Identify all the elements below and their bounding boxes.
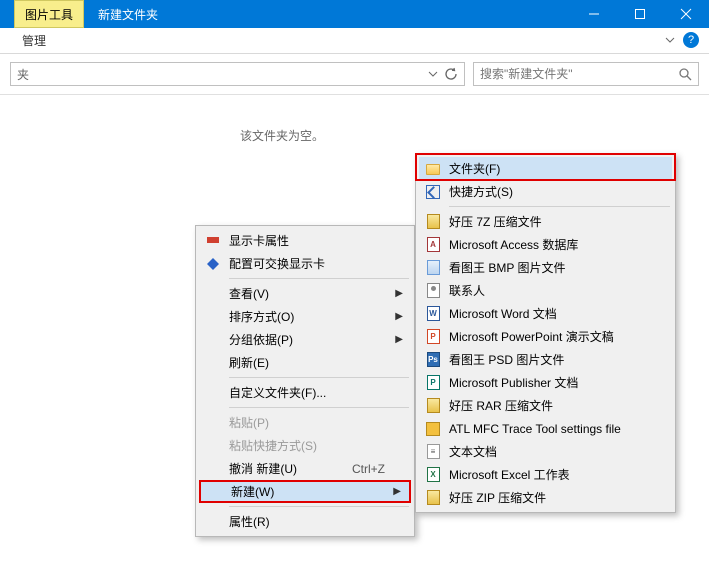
psd-icon: Ps	[425, 352, 441, 368]
menu-new[interactable]: 新建(W)▶	[199, 480, 411, 503]
new-word[interactable]: WMicrosoft Word 文档	[419, 302, 672, 325]
search-box[interactable]	[473, 62, 699, 86]
new-folder[interactable]: 文件夹(F)	[419, 157, 672, 180]
menu-display-props[interactable]: 显示卡属性	[199, 229, 411, 252]
new-contact[interactable]: 联系人	[419, 279, 672, 302]
archive-icon	[425, 490, 441, 506]
separator	[229, 506, 409, 507]
menu-view[interactable]: 查看(V)▶	[199, 282, 411, 305]
menu-refresh[interactable]: 刷新(E)	[199, 351, 411, 374]
publisher-icon: P	[425, 375, 441, 391]
display-props-icon	[205, 233, 221, 249]
menu-group[interactable]: 分组依据(P)▶	[199, 328, 411, 351]
menu-properties[interactable]: 属性(R)	[199, 510, 411, 533]
address-search-row: 夹	[0, 54, 709, 95]
new-shortcut[interactable]: 快捷方式(S)	[419, 180, 672, 203]
powerpoint-icon: P	[425, 329, 441, 345]
new-bmp[interactable]: 看图王 BMP 图片文件	[419, 256, 672, 279]
submenu-arrow-icon: ▶	[395, 311, 403, 322]
separator	[229, 377, 409, 378]
search-icon[interactable]	[678, 67, 692, 81]
new-submenu: 文件夹(F) 快捷方式(S) 好压 7Z 压缩文件 AMicrosoft Acc…	[415, 153, 676, 513]
ribbon-tab-manage[interactable]: 管理	[14, 28, 54, 53]
switchable-gfx-icon	[205, 256, 221, 272]
ribbon-tab-image-tools[interactable]: 图片工具	[14, 0, 84, 28]
new-publisher[interactable]: PMicrosoft Publisher 文档	[419, 371, 672, 394]
maximize-button[interactable]	[617, 0, 663, 28]
minimize-button[interactable]	[571, 0, 617, 28]
submenu-arrow-icon: ▶	[393, 486, 401, 497]
empty-folder-message: 该文件夹为空。	[240, 127, 324, 144]
excel-icon: X	[425, 467, 441, 483]
new-access[interactable]: AMicrosoft Access 数据库	[419, 233, 672, 256]
word-icon: W	[425, 306, 441, 322]
new-haozip-zip[interactable]: 好压 ZIP 压缩文件	[419, 486, 672, 509]
archive-icon	[425, 398, 441, 414]
new-haozip-7z[interactable]: 好压 7Z 压缩文件	[419, 210, 672, 233]
menu-switchable-gfx[interactable]: 配置可交换显示卡	[199, 252, 411, 275]
folder-icon	[425, 161, 441, 177]
new-psd[interactable]: Ps看图王 PSD 图片文件	[419, 348, 672, 371]
separator	[449, 206, 670, 207]
menu-undo[interactable]: 撤消 新建(U)Ctrl+Z	[199, 457, 411, 480]
address-dropdown-icon[interactable]	[428, 69, 438, 79]
refresh-icon[interactable]	[444, 67, 458, 81]
address-text: 夹	[17, 66, 29, 83]
context-menu: 显示卡属性 配置可交换显示卡 查看(V)▶ 排序方式(O)▶ 分组依据(P)▶ …	[195, 225, 415, 537]
titlebar: 图片工具 新建文件夹	[0, 0, 709, 28]
chevron-down-icon[interactable]	[665, 35, 675, 45]
separator	[229, 278, 409, 279]
new-txt[interactable]: ≡文本文档	[419, 440, 672, 463]
submenu-arrow-icon: ▶	[395, 288, 403, 299]
separator	[229, 407, 409, 408]
help-button[interactable]: ?	[683, 32, 699, 48]
window-title: 新建文件夹	[84, 0, 172, 28]
submenu-arrow-icon: ▶	[395, 334, 403, 345]
shortcut-icon	[425, 184, 441, 200]
new-ppt[interactable]: PMicrosoft PowerPoint 演示文稿	[419, 325, 672, 348]
address-bar[interactable]: 夹	[10, 62, 465, 86]
atl-icon	[425, 421, 441, 437]
menu-paste-shortcut: 粘贴快捷方式(S)	[199, 434, 411, 457]
new-haozip-rar[interactable]: 好压 RAR 压缩文件	[419, 394, 672, 417]
archive-icon	[425, 214, 441, 230]
search-input[interactable]	[480, 67, 650, 81]
menu-sort[interactable]: 排序方式(O)▶	[199, 305, 411, 328]
access-icon: A	[425, 237, 441, 253]
shortcut-label: Ctrl+Z	[352, 462, 385, 476]
new-excel[interactable]: XMicrosoft Excel 工作表	[419, 463, 672, 486]
contact-icon	[425, 283, 441, 299]
bmp-icon	[425, 260, 441, 276]
text-file-icon: ≡	[425, 444, 441, 460]
menu-paste: 粘贴(P)	[199, 411, 411, 434]
close-button[interactable]	[663, 0, 709, 28]
ribbon-row: 管理 ?	[0, 28, 709, 54]
new-atl[interactable]: ATL MFC Trace Tool settings file	[419, 417, 672, 440]
menu-customize-folder[interactable]: 自定义文件夹(F)...	[199, 381, 411, 404]
